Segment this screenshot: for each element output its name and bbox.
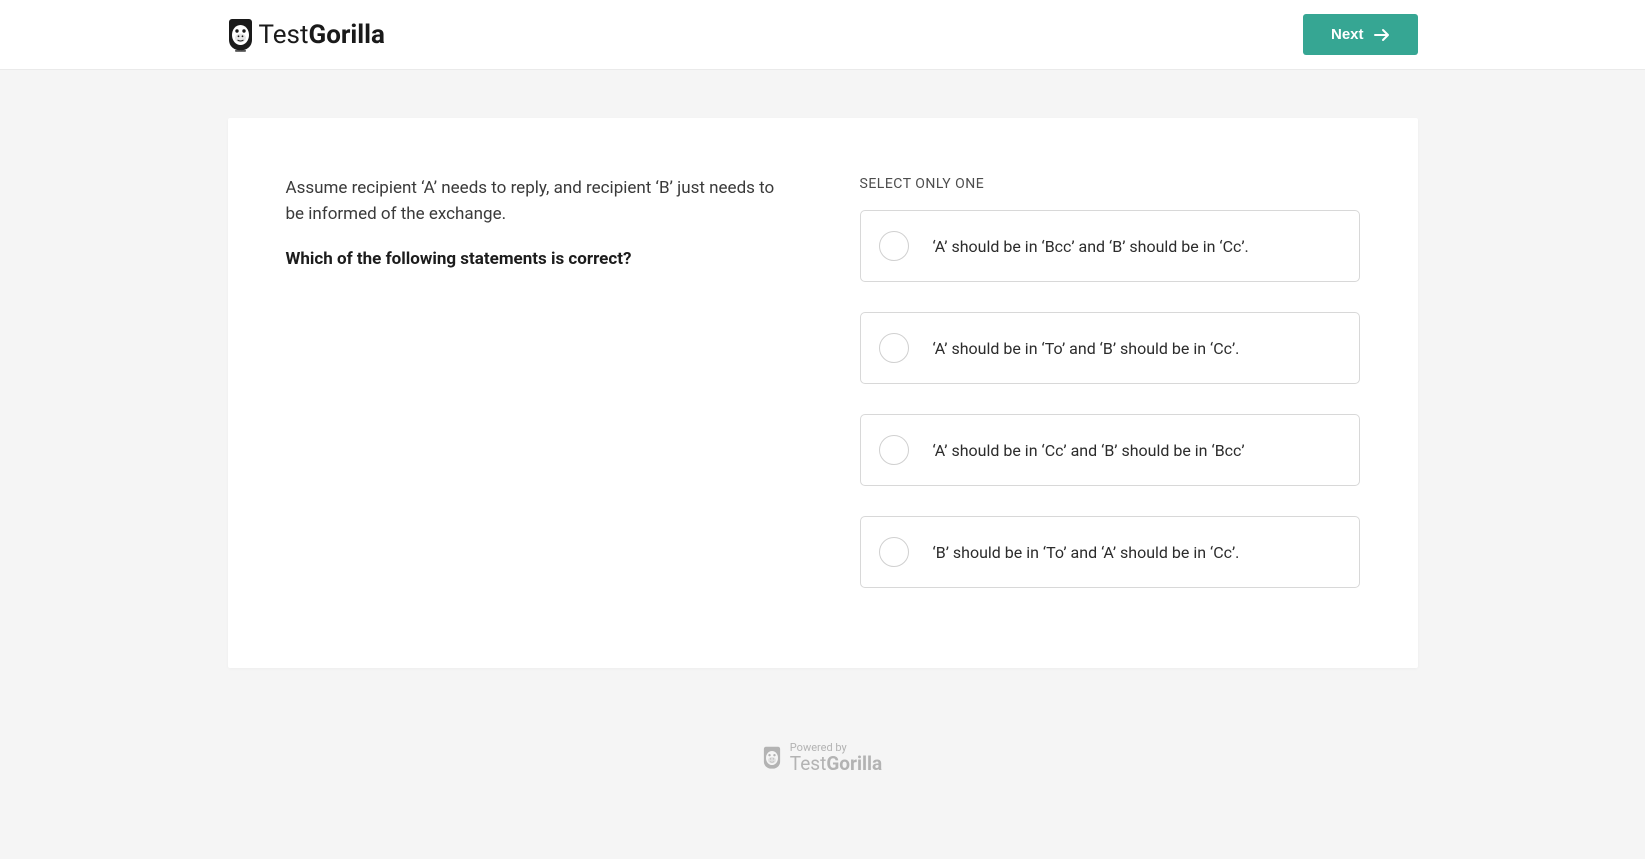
option-label: ‘A’ should be in ‘Cc’ and ‘B’ should be …: [933, 441, 1245, 460]
footer-inner: Powered by TestGorilla: [763, 742, 882, 773]
logo-text: TestGorilla: [259, 20, 385, 50]
header: TestGorilla Next: [0, 0, 1645, 70]
footer-brand: TestGorilla: [790, 754, 882, 774]
content-wrap: Assume recipient ‘A’ needs to reply, and…: [168, 70, 1478, 708]
question-text-column: Assume recipient ‘A’ needs to reply, and…: [286, 176, 780, 588]
header-inner: TestGorilla Next: [168, 14, 1478, 55]
option-3[interactable]: ‘A’ should be in ‘Cc’ and ‘B’ should be …: [860, 414, 1360, 486]
arrow-right-icon: [1374, 28, 1390, 42]
question-intro: Assume recipient ‘A’ needs to reply, and…: [286, 176, 780, 227]
options-list: ‘A’ should be in ‘Bcc’ and ‘B’ should be…: [860, 210, 1360, 588]
footer: Powered by TestGorilla: [0, 708, 1645, 834]
option-label: ‘A’ should be in ‘To’ and ‘B’ should be …: [933, 339, 1240, 358]
logo: TestGorilla: [228, 18, 385, 52]
question-card: Assume recipient ‘A’ needs to reply, and…: [228, 118, 1418, 668]
option-1[interactable]: ‘A’ should be in ‘Bcc’ and ‘B’ should be…: [860, 210, 1360, 282]
radio-icon: [879, 435, 909, 465]
footer-brand-bold: Gorilla: [826, 752, 882, 775]
logo-text-light: Test: [259, 20, 309, 50]
next-button-label: Next: [1331, 26, 1364, 43]
radio-icon: [879, 333, 909, 363]
answers-column: SELECT ONLY ONE ‘A’ should be in ‘Bcc’ a…: [860, 176, 1360, 588]
footer-brand-light: Test: [790, 752, 827, 775]
gorilla-footer-icon: [763, 746, 781, 770]
select-only-one-label: SELECT ONLY ONE: [860, 176, 1360, 192]
logo-text-bold: Gorilla: [308, 20, 384, 50]
gorilla-logo-icon: [228, 18, 253, 52]
option-label: ‘A’ should be in ‘Bcc’ and ‘B’ should be…: [933, 237, 1249, 256]
radio-icon: [879, 231, 909, 261]
radio-icon: [879, 537, 909, 567]
option-label: ‘B’ should be in ‘To’ and ‘A’ should be …: [933, 543, 1240, 562]
footer-text: Powered by TestGorilla: [790, 742, 882, 773]
option-2[interactable]: ‘A’ should be in ‘To’ and ‘B’ should be …: [860, 312, 1360, 384]
option-4[interactable]: ‘B’ should be in ‘To’ and ‘A’ should be …: [860, 516, 1360, 588]
question-prompt: Which of the following statements is cor…: [286, 249, 780, 269]
next-button[interactable]: Next: [1303, 14, 1418, 55]
